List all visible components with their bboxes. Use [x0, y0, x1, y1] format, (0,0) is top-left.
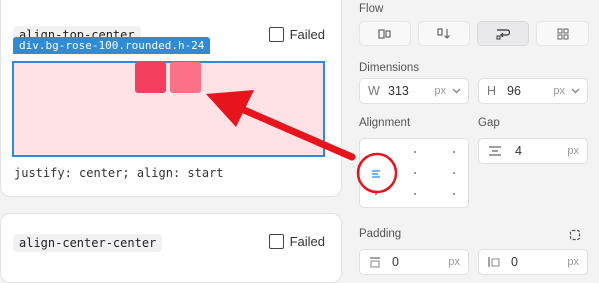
flow-column-button[interactable] — [418, 21, 470, 46]
align-center-end[interactable] — [414, 193, 416, 195]
flow-row-icon — [378, 28, 391, 39]
padding-top-icon — [370, 257, 380, 268]
flex-item-1[interactable] — [135, 62, 166, 93]
height-value[interactable]: 96 — [507, 84, 553, 98]
flow-row-button[interactable] — [359, 21, 411, 46]
padding-top-unit: px — [448, 256, 460, 268]
expand-padding-icon[interactable] — [569, 229, 581, 241]
align-end-end[interactable] — [453, 193, 455, 195]
width-value[interactable]: 313 — [388, 84, 434, 98]
align-center-center[interactable] — [414, 172, 416, 174]
align-start-end[interactable] — [375, 193, 377, 195]
gap-unit: px — [567, 145, 579, 157]
gap-section-title: Gap — [478, 117, 500, 129]
height-unit: px — [553, 85, 565, 97]
selection-label: div.bg-rose-100.rounded.h-24 — [13, 37, 211, 54]
align-end-center[interactable] — [453, 172, 455, 174]
padding-top-value[interactable]: 0 — [392, 255, 448, 269]
align-center-start[interactable] — [414, 151, 416, 153]
checkbox-box[interactable] — [268, 234, 284, 249]
gap-field[interactable]: 4 px — [478, 138, 588, 164]
align-start-icon[interactable] — [371, 169, 383, 179]
height-label: H — [487, 84, 497, 98]
gap-icon — [489, 146, 501, 156]
gap-value[interactable]: 4 — [515, 144, 567, 158]
alignment-section-title: Alignment — [359, 117, 411, 129]
checkbox-box[interactable] — [268, 27, 284, 42]
height-field[interactable]: H 96 px — [478, 78, 588, 104]
padding-right-unit: px — [567, 256, 579, 268]
flex-preview-container[interactable] — [12, 61, 325, 157]
flow-wrap-button[interactable] — [477, 21, 529, 46]
chevron-down-icon[interactable] — [452, 88, 461, 94]
padding-right-value[interactable]: 0 — [511, 255, 567, 269]
test-card-align-center-center: align-center-center Failed — [0, 213, 342, 283]
failed-label: Failed — [289, 234, 325, 249]
width-field[interactable]: W 313 px — [359, 78, 469, 104]
padding-right-icon — [488, 257, 500, 267]
flow-section-title: Flow — [359, 3, 384, 15]
chevron-down-icon[interactable] — [571, 88, 580, 94]
dimensions-section-title: Dimensions — [359, 62, 420, 74]
padding-right-field[interactable]: 0 px — [478, 249, 588, 275]
alignment-caption: justify: center; align: start — [14, 166, 224, 180]
width-unit: px — [434, 85, 446, 97]
flex-item-2[interactable] — [170, 62, 201, 93]
failed-checkbox[interactable]: Failed — [268, 234, 325, 249]
flow-wrap-icon — [496, 28, 510, 39]
width-label: W — [368, 84, 380, 98]
padding-top-field[interactable]: 0 px — [359, 249, 469, 275]
test-name-tag: align-center-center — [13, 234, 163, 252]
failed-label: Failed — [289, 27, 325, 42]
flow-grid-icon — [557, 28, 568, 39]
align-end-start[interactable] — [453, 151, 455, 153]
padding-section-title: Padding — [359, 228, 402, 240]
flow-grid-button[interactable] — [536, 21, 589, 46]
failed-checkbox[interactable]: Failed — [268, 27, 325, 42]
alignment-grid[interactable] — [359, 138, 469, 208]
flow-col-icon — [437, 27, 450, 39]
